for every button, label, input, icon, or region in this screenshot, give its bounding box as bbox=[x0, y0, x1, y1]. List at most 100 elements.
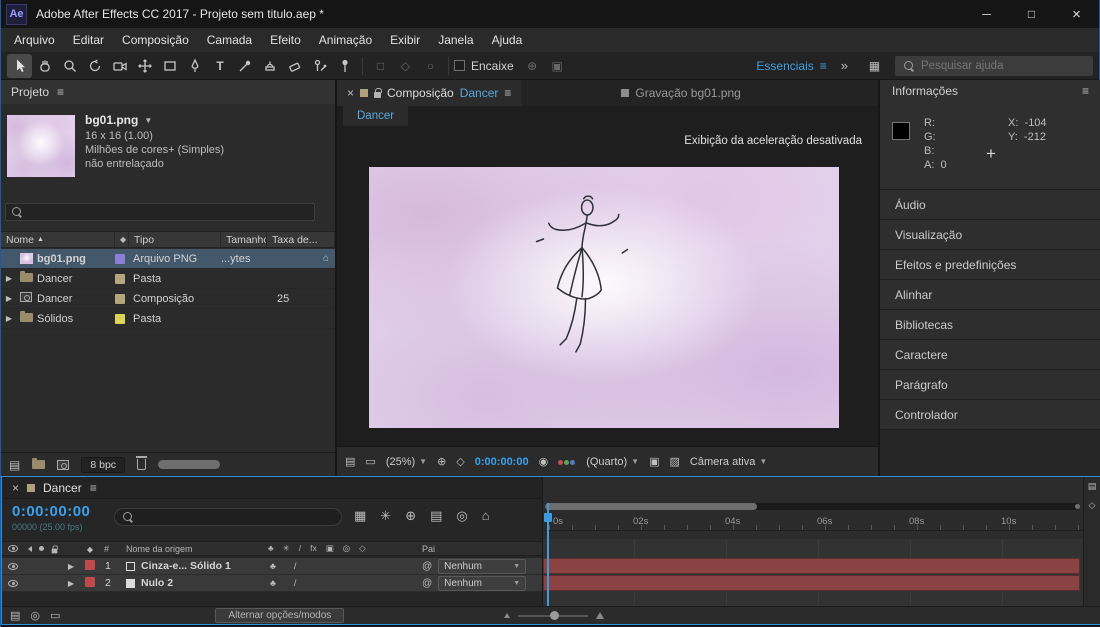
monitor-icon[interactable]: ▭ bbox=[365, 455, 375, 468]
graph-editor-icon[interactable]: ⌂ bbox=[482, 508, 490, 524]
new-folder-icon[interactable] bbox=[32, 458, 46, 469]
project-row-bg01[interactable]: bg01.png Arquivo PNG ...ytes ⌂ bbox=[1, 249, 335, 269]
panel-paragrafo[interactable]: Parágrafo bbox=[880, 370, 1100, 400]
parent-dropdown[interactable]: Nenhum ▼ bbox=[438, 558, 527, 574]
zoom-dropdown[interactable]: (25%) ▼ bbox=[386, 456, 427, 468]
layer-row-1[interactable]: ▶ 1 Cinza-e... Sólido 1 ♣ / @ Nenhum ▼ bbox=[2, 558, 542, 575]
time-ruler[interactable]: 0s 02s 04s 06s 08s 10s bbox=[543, 513, 1089, 531]
new-composition-icon[interactable] bbox=[57, 459, 70, 470]
roto-brush-tool[interactable] bbox=[307, 54, 332, 78]
text-tool[interactable]: T bbox=[207, 54, 232, 78]
panel-menu-icon[interactable]: ≡ bbox=[57, 85, 64, 99]
project-row-dancer-folder[interactable]: ▶ Dancer Pasta bbox=[1, 269, 335, 289]
zoom-slider-knob[interactable] bbox=[550, 610, 560, 620]
channels-icon[interactable] bbox=[558, 456, 576, 468]
rectangle-tool[interactable] bbox=[157, 54, 182, 78]
help-search[interactable] bbox=[895, 55, 1093, 76]
composition-canvas[interactable] bbox=[369, 167, 839, 428]
layer-visibility-icon[interactable] bbox=[8, 579, 18, 587]
panel-audio[interactable]: Áudio bbox=[880, 190, 1100, 220]
menu-exibir[interactable]: Exibir bbox=[381, 28, 429, 52]
selection-tool[interactable] bbox=[7, 53, 32, 78]
toggle-switches-modes-button[interactable]: Alternar opções/modos bbox=[215, 608, 345, 623]
clone-stamp-tool[interactable] bbox=[257, 54, 282, 78]
tab-close-icon[interactable]: × bbox=[12, 481, 19, 495]
menu-ajuda[interactable]: Ajuda bbox=[483, 28, 532, 52]
layer-name[interactable]: Nulo 2 bbox=[141, 577, 173, 589]
info-panel-header[interactable]: Informações ≡ bbox=[880, 80, 1100, 102]
rotation-tool[interactable] bbox=[82, 54, 107, 78]
frame-blending-icon[interactable]: ▤ bbox=[430, 508, 442, 524]
current-timecode[interactable]: 0:00:00:00 bbox=[12, 503, 90, 520]
color-swatch[interactable] bbox=[892, 122, 910, 140]
interpret-footage-icon[interactable]: ▤ bbox=[9, 458, 20, 472]
in-out-columns-icon[interactable]: ▭ bbox=[50, 609, 60, 622]
roi-icon[interactable]: ▣ bbox=[649, 455, 659, 468]
unified-camera-tool[interactable] bbox=[107, 54, 132, 78]
grid-guides-icon[interactable]: ⊕ bbox=[437, 455, 446, 468]
column-nome[interactable]: Nome ▲ bbox=[1, 232, 115, 247]
timeline-zoom-slider[interactable] bbox=[518, 610, 589, 620]
time-navigator[interactable] bbox=[545, 503, 1080, 510]
layer-label-color[interactable] bbox=[85, 576, 95, 587]
layer-label-color[interactable] bbox=[85, 559, 95, 570]
pen-tool[interactable] bbox=[182, 54, 207, 78]
shy-layers-icon[interactable]: ⊕ bbox=[405, 508, 416, 524]
grid-options-icon[interactable]: ▣ bbox=[545, 54, 570, 78]
parent-dropdown[interactable]: Nenhum ▼ bbox=[438, 575, 527, 591]
panel-bibliotecas[interactable]: Bibliotecas bbox=[880, 310, 1100, 340]
axis-local-icon[interactable]: □ bbox=[368, 54, 393, 78]
menu-composicao[interactable]: Composição bbox=[113, 28, 198, 52]
twirl-icon[interactable]: ▶ bbox=[62, 579, 80, 588]
timeline-search[interactable] bbox=[114, 508, 342, 526]
menu-arquivo[interactable]: Arquivo bbox=[5, 28, 64, 52]
axis-view-icon[interactable]: ○ bbox=[418, 54, 443, 78]
layer-visibility-icon[interactable] bbox=[8, 562, 18, 570]
twirl-icon[interactable]: ▶ bbox=[1, 314, 17, 323]
panel-menu-icon[interactable]: ≡ bbox=[1082, 84, 1089, 98]
workspace-search-icon[interactable]: ▦ bbox=[862, 54, 887, 78]
quality-toggle[interactable]: ♣ bbox=[270, 578, 276, 588]
motion-blur-icon[interactable]: ◎ bbox=[456, 508, 467, 524]
snap-checkbox[interactable] bbox=[454, 60, 465, 71]
viewer-subtab-dancer[interactable]: Dancer bbox=[343, 106, 409, 126]
project-row-dancer-comp[interactable]: ▶ Dancer Composição 25 bbox=[1, 289, 335, 309]
hand-tool[interactable] bbox=[32, 54, 57, 78]
label-color-swatch[interactable] bbox=[115, 293, 125, 304]
expand-layers-icon[interactable]: ▤ bbox=[10, 609, 20, 622]
close-button[interactable]: × bbox=[1054, 0, 1099, 28]
menu-editar[interactable]: Editar bbox=[64, 28, 113, 52]
preview-timecode[interactable]: 0:00:00:00 bbox=[475, 456, 529, 468]
label-color-swatch[interactable] bbox=[115, 273, 125, 284]
panel-menu-icon[interactable]: ≡ bbox=[90, 481, 97, 495]
twirl-icon[interactable]: ▶ bbox=[1, 274, 17, 283]
snap-toggle[interactable]: Encaixe bbox=[454, 59, 514, 73]
brush-tool[interactable] bbox=[232, 54, 257, 78]
project-search[interactable] bbox=[5, 203, 315, 221]
view-layout-dropdown[interactable]: Câmera ativa ▼ bbox=[690, 456, 767, 468]
zoom-in-mountain-icon[interactable] bbox=[596, 612, 605, 619]
panel-controlador[interactable]: Controlador bbox=[880, 400, 1100, 430]
draft-3d-icon[interactable]: ✳ bbox=[380, 508, 391, 524]
mask-visibility-icon[interactable]: ◇ bbox=[456, 455, 464, 468]
mini-flowchart-icon[interactable]: ▤ bbox=[345, 455, 355, 468]
layer-duration-bar[interactable] bbox=[543, 558, 1080, 574]
timeline-search-input[interactable] bbox=[140, 509, 320, 525]
pan-behind-tool[interactable] bbox=[132, 54, 157, 78]
tab-composicao-dancer[interactable]: × Composição Dancer ≡ bbox=[337, 80, 522, 106]
snap-options-icon[interactable]: ⊕ bbox=[520, 54, 545, 78]
zoom-out-mountain-icon[interactable] bbox=[504, 613, 511, 618]
transparency-grid-icon[interactable]: ▨ bbox=[670, 455, 680, 468]
menu-janela[interactable]: Janela bbox=[429, 28, 482, 52]
tab-close-icon[interactable]: × bbox=[347, 86, 354, 100]
panel-visualizacao[interactable]: Visualização bbox=[880, 220, 1100, 250]
panel-scroll-icon[interactable]: ▤ bbox=[1088, 481, 1097, 492]
label-color-swatch[interactable] bbox=[115, 253, 125, 264]
panel-caractere[interactable]: Caractere bbox=[880, 340, 1100, 370]
eraser-tool[interactable] bbox=[282, 54, 307, 78]
horizontal-scrollbar[interactable] bbox=[158, 460, 221, 469]
snapshot-camera-icon[interactable]: ◉ bbox=[539, 455, 549, 468]
workspace-selector[interactable]: Essenciais ≡ bbox=[756, 59, 826, 73]
label-color-swatch[interactable] bbox=[115, 313, 125, 324]
zoom-tool[interactable] bbox=[57, 54, 82, 78]
